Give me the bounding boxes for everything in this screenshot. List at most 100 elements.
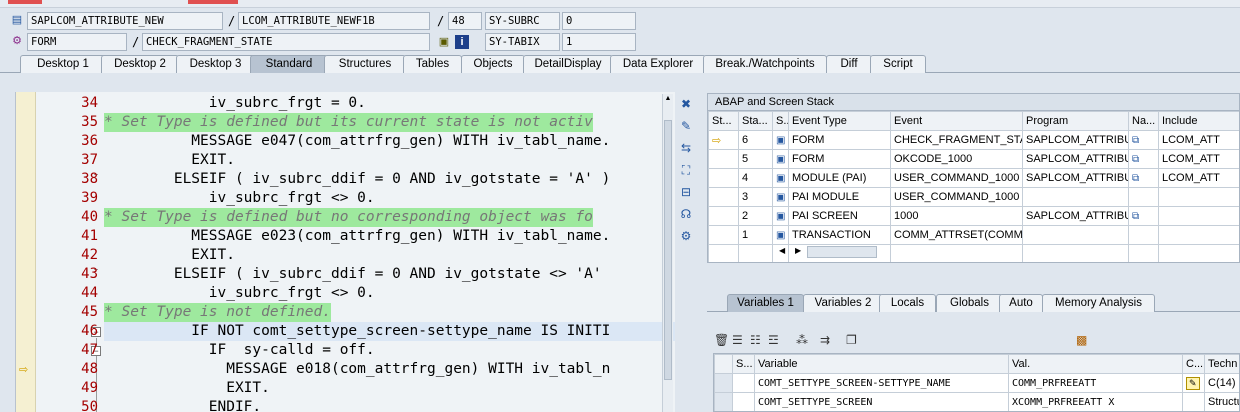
col-header[interactable]: Sta...: [738, 111, 773, 131]
tab-diff[interactable]: Diff: [826, 55, 872, 73]
variable-row[interactable]: COMT_SETTYPE_SCREEN-SETTYPE_NAME COMM_PRF…: [714, 373, 1239, 393]
col-header[interactable]: Na...: [1128, 111, 1159, 131]
scroll-left-icon[interactable]: ◀: [779, 246, 785, 255]
col-header[interactable]: Techn: [1204, 354, 1239, 374]
col-header[interactable]: S...: [772, 111, 789, 131]
code-line[interactable]: EXIT.: [104, 246, 235, 265]
stack-row[interactable]: 3 ▣ PAI MODULE USER_COMMAND_1000: [708, 187, 1239, 207]
col-header[interactable]: Variable: [754, 354, 1009, 374]
tab-structures[interactable]: Structures: [324, 55, 406, 73]
tab-standard[interactable]: Standard: [250, 55, 328, 73]
swap-icon[interactable]: ⇆: [678, 140, 694, 156]
maximize-icon[interactable]: ⛶: [678, 162, 694, 178]
stack-event-type: FORM: [788, 149, 891, 169]
scroll-thumb[interactable]: [664, 120, 672, 380]
code-line[interactable]: IF sy-calld = off.: [104, 341, 375, 360]
list-icon[interactable]: ☰: [732, 331, 743, 349]
navigate-icon[interactable]: ⧉: [1132, 135, 1139, 146]
col-header[interactable]: St...: [708, 111, 739, 131]
list-remove-icon[interactable]: ☲: [768, 331, 779, 349]
navigate-icon[interactable]: ⧉: [1132, 154, 1139, 165]
source-editor[interactable]: − − ⇨ 34 iv_subrc_frgt = 0. 35 * Set Type …: [15, 92, 675, 412]
tab-tables[interactable]: Tables: [403, 55, 462, 73]
stack-hscroll[interactable]: ◀ ▶: [707, 244, 1240, 262]
stack-row[interactable]: 5▣FORMOKCODE_1000SAPLCOM_ATTRIBUTE_...⧉ L…: [708, 149, 1239, 169]
code-line[interactable]: ELSEIF ( iv_subrc_ddif = 0 AND iv_gotsta…: [104, 170, 611, 189]
code-line[interactable]: MESSAGE e018(com_attrfrg_gen) WITH iv_ta…: [104, 360, 610, 379]
code-line[interactable]: iv_subrc_frgt <> 0.: [104, 284, 375, 303]
line-number: 46: [81, 323, 98, 339]
sysfield-value-1[interactable]: 0: [562, 12, 636, 30]
code-line[interactable]: IF NOT comt_settype_screen-settype_name …: [104, 322, 610, 341]
code-comment[interactable]: * Set Type is defined but its current st…: [104, 113, 593, 132]
variables-header-row: S... Variable Val. C... Techn: [714, 354, 1239, 374]
window-icon[interactable]: ❐: [846, 331, 857, 349]
include-field[interactable]: LCOM_ATTRIBUTE_NEWF1B: [238, 12, 430, 30]
code-line[interactable]: EXIT.: [104, 151, 235, 170]
col-header[interactable]: Program: [1022, 111, 1129, 131]
tab-variables-2[interactable]: Variables 2: [803, 294, 883, 312]
delete-icon[interactable]: 🗑: [714, 331, 729, 349]
display-icon[interactable]: ▣: [437, 35, 451, 49]
tab-breakpoints[interactable]: Break./Watchpoints: [703, 55, 827, 73]
stack-row[interactable]: 1 ▣ TRANSACTION COMM_ATTRSET(COMM...: [708, 225, 1239, 245]
code-line[interactable]: iv_subrc_frgt <> 0.: [104, 189, 375, 208]
navigate-icon[interactable]: ⧉: [1132, 173, 1139, 184]
code-line[interactable]: MESSAGE e023(com_attrfrg_gen) WITH iv_ta…: [104, 227, 610, 246]
tab-script[interactable]: Script: [870, 55, 926, 73]
code-comment[interactable]: * Set Type is defined but no correspondi…: [104, 208, 593, 227]
save-icon[interactable]: ▩: [1076, 331, 1087, 349]
tab-locals[interactable]: Locals: [879, 294, 936, 312]
tab-objects[interactable]: Objects: [461, 55, 525, 73]
scroll-up-icon[interactable]: ▲: [664, 95, 672, 103]
col-header[interactable]: C...: [1182, 354, 1205, 374]
program-field[interactable]: SAPLCOM_ATTRIBUTE_NEW: [27, 12, 223, 30]
tab-globals[interactable]: Globals: [936, 294, 1003, 312]
code-line[interactable]: ENDIF.: [104, 398, 261, 412]
stack-program: [1022, 225, 1129, 245]
event-type-field[interactable]: FORM: [27, 33, 127, 51]
line-field[interactable]: 48: [448, 12, 482, 30]
transfer-icon[interactable]: ⇉: [820, 331, 830, 349]
settings-icon[interactable]: ⚙: [678, 228, 694, 244]
code-line[interactable]: EXIT.: [104, 379, 270, 398]
tab-desktop-3[interactable]: Desktop 3: [176, 55, 255, 73]
tree-icon[interactable]: ⁂: [796, 331, 808, 349]
code-line[interactable]: ELSEIF ( iv_subrc_ddif = 0 AND iv_gotsta…: [104, 265, 602, 284]
editor-scrollbar[interactable]: ▲: [662, 94, 673, 412]
scroll-thumb[interactable]: [807, 246, 877, 258]
stack-nav: ⧉: [1128, 149, 1159, 169]
scroll-right-icon[interactable]: ▶: [795, 246, 801, 255]
stack-row[interactable]: 4 ▣ MODULE (PAI) USER_COMMAND_1000 SAPLCOM_A…: [708, 168, 1239, 188]
tab-memory-analysis[interactable]: Memory Analysis: [1042, 294, 1155, 312]
code-comment[interactable]: * Set Type is not defined.: [104, 303, 331, 322]
edit-pencil-icon[interactable]: ✎: [1186, 376, 1200, 390]
headphones-icon[interactable]: ☊: [678, 206, 694, 222]
col-header[interactable]: Event Type: [788, 111, 891, 131]
navigate-icon[interactable]: ⧉: [1132, 211, 1139, 222]
close-icon[interactable]: ✖: [678, 96, 694, 112]
col-header[interactable]: Include: [1158, 111, 1239, 131]
sysfield-value-2[interactable]: 1: [562, 33, 636, 51]
list-add-icon[interactable]: ☷: [750, 331, 761, 349]
new-tool-icon[interactable]: ✎: [678, 118, 694, 134]
stack-row[interactable]: 2▣PAI SCREEN1000SAPLCOM_ATTRIBUTE_...⧉: [708, 206, 1239, 226]
tab-desktop-2[interactable]: Desktop 2: [101, 55, 179, 73]
event-field[interactable]: CHECK_FRAGMENT_STATE: [142, 33, 430, 51]
tab-variables-1[interactable]: Variables 1: [727, 294, 804, 312]
line-number: 44: [81, 285, 98, 301]
tab-data-explorer[interactable]: Data Explorer: [610, 55, 706, 73]
col-header[interactable]: Event: [890, 111, 1023, 131]
col-header[interactable]: S...: [732, 354, 755, 374]
info-icon[interactable]: i: [455, 35, 469, 49]
stack-event: OKCODE_1000: [890, 149, 1023, 169]
split-icon[interactable]: ⊟: [678, 184, 694, 200]
col-header[interactable]: Val.: [1008, 354, 1183, 374]
tab-auto[interactable]: Auto: [999, 294, 1043, 312]
stack-row[interactable]: ⇨ 6 ▣ FORM CHECK_FRAGMENT_STA... SAPLCOM_ATTR…: [708, 130, 1239, 150]
code-line[interactable]: MESSAGE e047(com_attrfrg_gen) WITH iv_ta…: [104, 132, 610, 151]
tab-desktop-1[interactable]: Desktop 1: [20, 55, 106, 73]
tab-detaildisplay[interactable]: DetailDisplay: [523, 55, 613, 73]
code-line[interactable]: iv_subrc_frgt = 0.: [104, 94, 366, 113]
variable-row[interactable]: COMT_SETTYPE_SCREEN XCOMM_PRFREEATT X Stru…: [714, 392, 1239, 411]
